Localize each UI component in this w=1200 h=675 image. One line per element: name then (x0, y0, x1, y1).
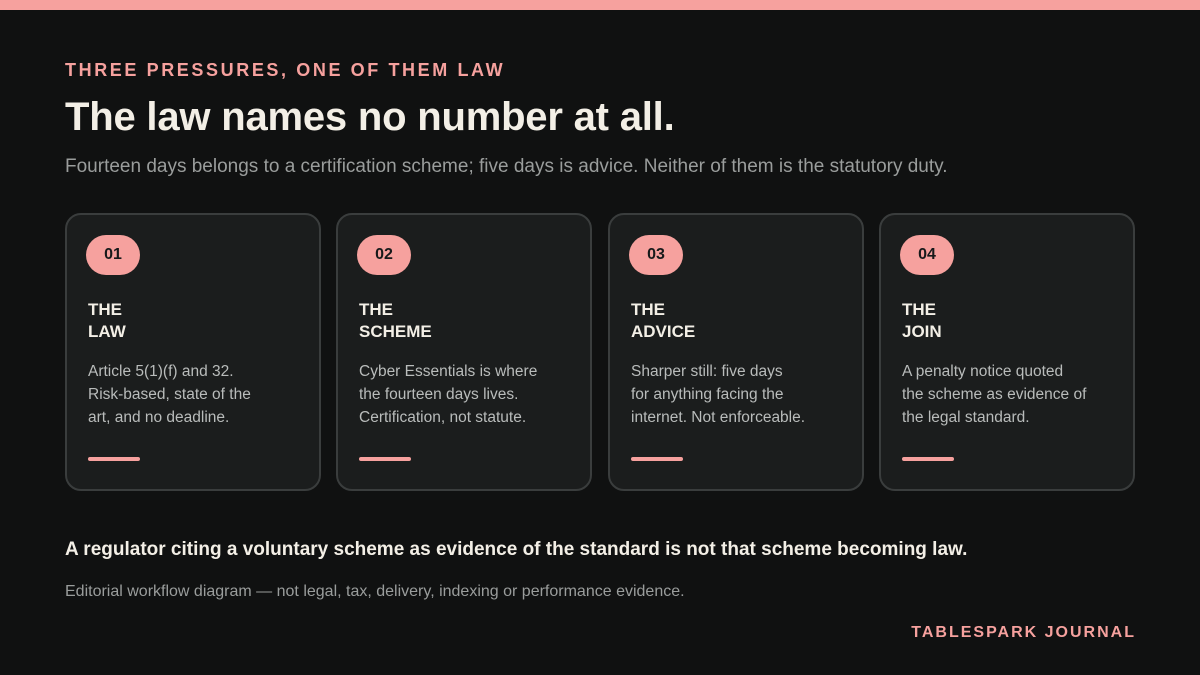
card-body-line: Risk-based, state of the (88, 386, 251, 403)
card-title: THE ADVICE (631, 299, 695, 343)
card-title-line: JOIN (902, 322, 942, 341)
card-title-line: THE (88, 300, 122, 319)
card-body-line: Cyber Essentials is where (359, 363, 538, 380)
card-law: 01 THE LAW Article 5(1)(f) and 32. Risk-… (65, 213, 321, 491)
card-body-line: the legal standard. (902, 409, 1030, 426)
step-number-badge: 01 (86, 235, 140, 275)
step-number-badge: 02 (357, 235, 411, 275)
card-advice: 03 THE ADVICE Sharper still: five days f… (608, 213, 864, 491)
card-join: 04 THE JOIN A penalty notice quoted the … (879, 213, 1135, 491)
card-title-line: THE (359, 300, 393, 319)
card-accent-line (631, 457, 683, 461)
card-accent-line (88, 457, 140, 461)
card-scheme: 02 THE SCHEME Cyber Essentials is where … (336, 213, 592, 491)
card-body: Cyber Essentials is where the fourteen d… (359, 360, 569, 429)
card-title-line: LAW (88, 322, 126, 341)
card-body-line: A penalty notice quoted (902, 363, 1064, 380)
card-body-line: art, and no deadline. (88, 409, 230, 426)
card-body: Article 5(1)(f) and 32. Risk-based, stat… (88, 360, 298, 429)
card-body-line: the scheme as evidence of (902, 386, 1087, 403)
card-title: THE JOIN (902, 299, 942, 343)
card-title-line: THE (631, 300, 665, 319)
brand-wordmark: TABLESPARK JOURNAL (911, 624, 1136, 641)
step-number-badge: 04 (900, 235, 954, 275)
card-title: THE SCHEME (359, 299, 432, 343)
page-title: The law names no number at all. (65, 95, 675, 139)
step-number-badge: 03 (629, 235, 683, 275)
pressure-cards: 01 THE LAW Article 5(1)(f) and 32. Risk-… (65, 213, 1136, 491)
card-title-line: ADVICE (631, 322, 696, 341)
card-body-line: for anything facing the (631, 386, 784, 403)
top-accent-bar (0, 0, 1200, 10)
card-body: Sharper still: five days for anything fa… (631, 360, 841, 429)
conclusion-statement: A regulator citing a voluntary scheme as… (65, 539, 968, 560)
card-body-line: Article 5(1)(f) and 32. (88, 363, 234, 380)
page-subtitle: Fourteen days belongs to a certification… (65, 156, 948, 177)
card-accent-line (902, 457, 954, 461)
eyebrow-label: THREE PRESSURES, ONE OF THEM LAW (65, 60, 506, 80)
card-body-line: the fourteen days lives. (359, 386, 519, 403)
card-body-line: Certification, not statute. (359, 409, 527, 426)
card-body-line: Sharper still: five days (631, 363, 783, 380)
card-title-line: THE (902, 300, 936, 319)
card-body: A penalty notice quoted the scheme as ev… (902, 360, 1112, 429)
card-title-line: SCHEME (359, 322, 432, 341)
card-title: THE LAW (88, 299, 126, 343)
card-body-line: internet. Not enforceable. (631, 409, 806, 426)
card-accent-line (359, 457, 411, 461)
disclaimer-note: Editorial workflow diagram — not legal, … (65, 583, 685, 600)
slide: THREE PRESSURES, ONE OF THEM LAW The law… (0, 0, 1200, 675)
